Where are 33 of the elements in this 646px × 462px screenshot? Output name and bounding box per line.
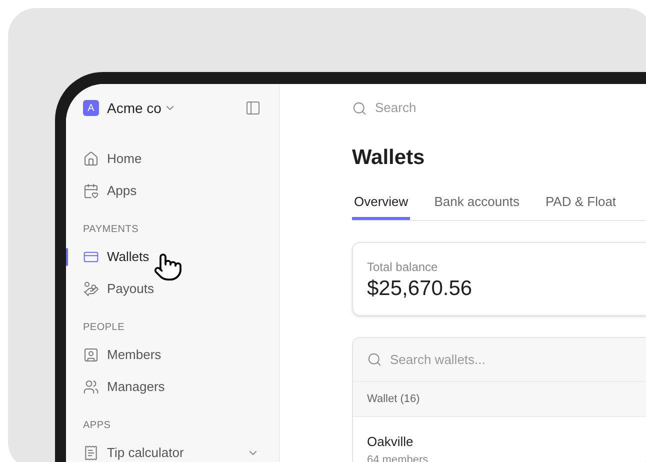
- sidebar-item[interactable]: Tip calculator: [107, 443, 184, 462]
- search-placeholder: Search wallets...: [390, 350, 486, 369]
- workspace-avatar: A: [83, 100, 99, 116]
- users-icon: [83, 379, 99, 395]
- search-placeholder: Search: [375, 99, 416, 118]
- member-card-icon: [83, 347, 99, 363]
- sidebar-item[interactable]: Apps: [107, 181, 137, 201]
- home-icon: [83, 151, 99, 167]
- workspace-switcher[interactable]: Acme co: [107, 98, 176, 118]
- balance-label: Total balance: [367, 259, 439, 276]
- wallet-name[interactable]: Oakville: [367, 432, 646, 452]
- apps-icon: [83, 183, 99, 199]
- tab[interactable]: Bank accounts: [432, 186, 522, 220]
- hand-cursor-icon: [153, 252, 183, 282]
- section-heading: APPS: [82, 418, 112, 432]
- tab[interactable]: PAD & Float: [543, 186, 618, 220]
- section-heading: PAYMENTS: [82, 222, 140, 236]
- sidebar-item[interactable]: Managers: [107, 377, 165, 397]
- sidebar-item[interactable]: Payouts: [107, 279, 154, 299]
- page-title: Wallets: [352, 145, 426, 171]
- search-icon: [367, 352, 382, 367]
- sidebar-item[interactable]: Wallets: [107, 247, 150, 267]
- sidebar-toggle-icon[interactable]: [245, 100, 261, 116]
- wallet-card-icon: [83, 249, 99, 265]
- tab[interactable]: Overview: [352, 186, 410, 220]
- receipt-icon: [83, 445, 99, 461]
- sidebar-item[interactable]: Members: [107, 345, 162, 365]
- balance-amount: $25,670.56: [367, 276, 474, 302]
- hand-coins-icon: [83, 281, 99, 297]
- column-header: Wallet (16): [353, 382, 646, 417]
- sidebar-item[interactable]: Home: [107, 149, 142, 169]
- section-heading: PEOPLE: [82, 320, 126, 334]
- search-icon: [352, 100, 367, 116]
